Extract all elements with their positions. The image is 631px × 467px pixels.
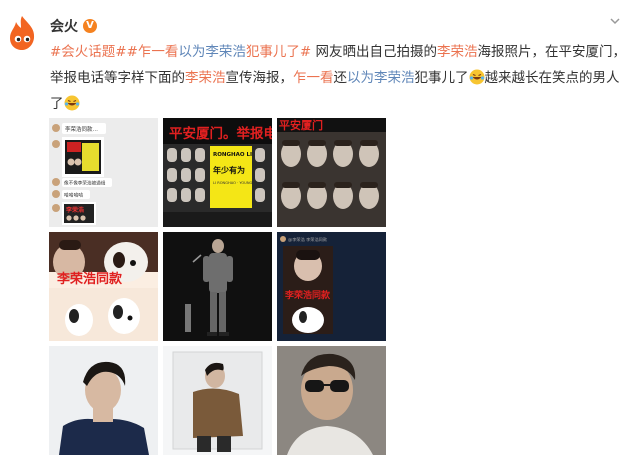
poster-name-en: RONGHAO LI (213, 152, 252, 158)
chat-message-2: 像不像李荣浩被通缉 (64, 180, 106, 187)
post-text-5: 犯事儿了 (414, 70, 469, 86)
phrase-link-1[interactable]: 乍一看 (293, 70, 334, 86)
dog2-header: @李荣浩 李荣浩同款 (288, 236, 328, 243)
phrase-link-2[interactable]: 以为李荣浩 (347, 70, 415, 86)
verified-badge-icon: V (83, 19, 97, 33)
image-dog-meme[interactable]: 李荣浩同款 (49, 232, 158, 341)
image-sunglasses-selfie[interactable] (277, 346, 386, 455)
image-portrait-frame[interactable] (163, 346, 272, 455)
hashtag-link[interactable]: #乍一看以为李荣浩犯事儿了# (127, 44, 312, 60)
name-link-1[interactable]: 李荣浩 (437, 44, 478, 60)
poster-slogan: 年少有为 (213, 165, 245, 175)
image-poster-wide[interactable]: 平安厦门。举报电 RONGHAO LI 年少有为 LI RONGHAO · YO… (163, 118, 272, 227)
image-dog-meme-dark[interactable]: @李荣浩 李荣浩同款 李荣浩同款 (277, 232, 386, 341)
image-singer-stage[interactable] (163, 232, 272, 341)
hashtag-prefix[interactable]: #乍一看 (127, 44, 179, 60)
user-name[interactable]: 会火 (50, 16, 78, 36)
image-grid: 李荣浩同款… 像不像李荣浩被通缉 哈哈哈哈 李荣浩 平安厦门。举报电 RONGH… (49, 118, 387, 458)
avatar[interactable] (2, 12, 42, 52)
chevron-down-icon[interactable] (608, 14, 622, 28)
user-name-row[interactable]: 会火 V (50, 16, 97, 36)
dog-meme-caption: 李荣浩同款 (56, 271, 123, 287)
hashtag-mid[interactable]: 以为李荣浩 (178, 44, 246, 60)
chat-message-3: 哈哈哈哈 (64, 192, 83, 199)
image-portrait-blue[interactable] (49, 346, 158, 455)
image-poster-closeup[interactable]: 平安厦门 (277, 118, 386, 227)
post-text: #会火话题##乍一看以为李荣浩犯事儿了# 网友晒出自己拍摄的李荣浩海报照片，在平… (50, 39, 631, 117)
laughing-tears-emoji-icon (469, 69, 484, 85)
hashtag-suffix[interactable]: 犯事儿了# (246, 44, 311, 60)
dog2-caption: 李荣浩同款 (284, 289, 331, 301)
poster-close-sign: 平安厦门 (279, 118, 323, 132)
post-text-4: 还 (333, 70, 348, 86)
image-chat-screenshot[interactable]: 李荣浩同款… 像不像李荣浩被通缉 哈哈哈哈 李荣浩 (49, 118, 158, 227)
chat-image-tag: 李荣浩 (65, 206, 84, 214)
poster-sign-text: 平安厦门。举报电 (169, 125, 272, 142)
post-text-3: 宣传海报， (225, 70, 294, 86)
chat-message-1: 李荣浩同款… (65, 125, 98, 133)
fire-mascot-icon (2, 12, 42, 52)
post-text-1: 网友晒出自己拍摄的 (311, 44, 438, 60)
name-link-2[interactable]: 李荣浩 (185, 70, 226, 86)
laughing-tears-emoji-icon (64, 95, 79, 111)
topic-link[interactable]: #会火话题# (50, 44, 127, 60)
poster-sub: LI RONGHAO · YOUNG (213, 181, 253, 185)
